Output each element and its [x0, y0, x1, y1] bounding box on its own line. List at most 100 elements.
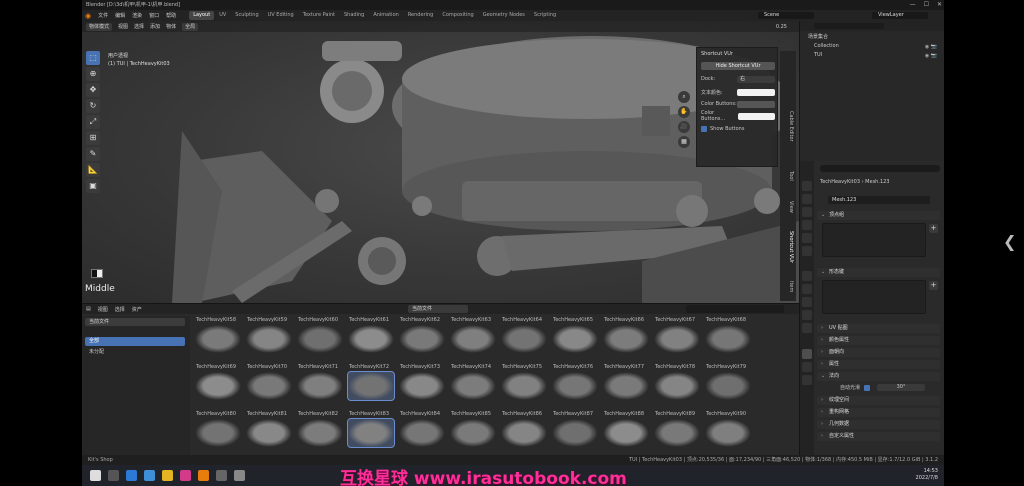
- tab-layout[interactable]: Layout: [189, 11, 215, 20]
- asset-menu-select[interactable]: 选择: [115, 306, 125, 313]
- world-props-icon[interactable]: [802, 246, 812, 256]
- app-icon[interactable]: [216, 470, 227, 481]
- transform-tool-icon[interactable]: ⊞: [86, 131, 100, 145]
- windows-start-icon[interactable]: [90, 470, 101, 481]
- outliner-row-collection[interactable]: Collection ◉ 📷: [800, 42, 944, 50]
- asset-item[interactable]: TechHeavyKit59: [245, 317, 295, 357]
- section-uv-maps[interactable]: UV 贴图: [817, 324, 940, 333]
- task-view-icon[interactable]: [126, 470, 137, 481]
- outliner-row-tui[interactable]: TUI ◉ 📷: [800, 51, 944, 59]
- system-tray-clock[interactable]: 14:53 2022/7/8: [916, 468, 938, 482]
- scene-props-icon[interactable]: [802, 233, 812, 243]
- asset-item[interactable]: TechHeavyKit73: [398, 364, 448, 404]
- menu-help[interactable]: 帮助: [166, 12, 176, 19]
- tool-props-icon[interactable]: [802, 181, 812, 191]
- add-shape-key-button[interactable]: +: [929, 281, 938, 290]
- blender-logo-icon[interactable]: ◉: [85, 12, 91, 20]
- asset-menu-asset[interactable]: 资产: [132, 306, 142, 313]
- scene-selector[interactable]: Scene: [758, 12, 814, 19]
- asset-item[interactable]: TechHeavyKit75: [500, 364, 550, 404]
- section-vertex-groups[interactable]: 顶点组: [817, 211, 940, 220]
- asset-menu-view[interactable]: 视图: [98, 306, 108, 313]
- measure-tool-icon[interactable]: 📐: [86, 163, 100, 177]
- tab-texture-paint[interactable]: Texture Paint: [299, 11, 339, 20]
- library-dropdown[interactable]: 当前文件: [85, 318, 185, 326]
- viewport-menu-select[interactable]: 选择: [134, 23, 144, 30]
- close-icon[interactable]: ✕: [937, 0, 942, 10]
- library-selector[interactable]: 当前文件: [408, 305, 468, 313]
- particles-props-icon[interactable]: [802, 297, 812, 307]
- asset-item[interactable]: TechHeavyKit77: [602, 364, 652, 404]
- tab-rendering[interactable]: Rendering: [404, 11, 438, 20]
- camera-icon[interactable]: 🎥: [678, 121, 690, 133]
- menu-render[interactable]: 渲染: [132, 12, 142, 19]
- color-buttons-swatch[interactable]: [737, 100, 775, 108]
- 3d-viewport[interactable]: 物体模式 视图 选择 添加 物体 全局 0.25 ⬚ ⊕ ✥ ↻ ⤢ ⊞ ✎ 📐…: [82, 21, 799, 303]
- add-vertex-group-button[interactable]: +: [929, 224, 938, 233]
- render-props-icon[interactable]: [802, 194, 812, 204]
- properties-search-input[interactable]: [820, 165, 940, 172]
- asset-item[interactable]: TechHeavyKit61: [347, 317, 397, 357]
- menu-file[interactable]: 文件: [98, 12, 108, 19]
- asset-item[interactable]: TechHeavyKit84: [398, 411, 448, 451]
- asset-item[interactable]: TechHeavyKit89: [653, 411, 703, 451]
- asset-item[interactable]: TechHeavyKit80: [194, 411, 244, 451]
- material-props-icon[interactable]: [802, 362, 812, 372]
- section-shape-keys[interactable]: 形态键: [817, 268, 940, 277]
- app-icon[interactable]: [180, 470, 191, 481]
- tab-view[interactable]: View: [782, 201, 794, 213]
- tab-uv[interactable]: UV: [215, 11, 230, 20]
- section-normals[interactable]: 法向: [817, 372, 940, 381]
- asset-item[interactable]: TechHeavyKit87: [551, 411, 601, 451]
- scale-tool-icon[interactable]: ⤢: [86, 115, 100, 129]
- mesh-name-field[interactable]: Mesh.123: [828, 196, 930, 204]
- tab-scripting[interactable]: Scripting: [530, 11, 560, 20]
- tab-uv-editing[interactable]: UV Editing: [264, 11, 298, 20]
- move-tool-icon[interactable]: ✥: [86, 83, 100, 97]
- asset-item[interactable]: TechHeavyKit72: [347, 364, 397, 404]
- app-icon[interactable]: [234, 470, 245, 481]
- asset-item[interactable]: TechHeavyKit83: [347, 411, 397, 451]
- mesh-data-props-icon[interactable]: [802, 349, 812, 359]
- file-explorer-icon[interactable]: [162, 470, 173, 481]
- autosmooth-checkbox[interactable]: [864, 384, 871, 391]
- tab-shortcut-vur[interactable]: Shortcut VUr: [782, 231, 794, 263]
- asset-item[interactable]: TechHeavyKit81: [245, 411, 295, 451]
- catalog-all[interactable]: 全部: [85, 337, 185, 346]
- asset-item[interactable]: TechHeavyKit58: [194, 317, 244, 357]
- search-icon[interactable]: [108, 470, 119, 481]
- texture-props-icon[interactable]: [802, 375, 812, 385]
- section-remesh[interactable]: 重构网格: [817, 408, 940, 417]
- tab-animation[interactable]: Animation: [369, 11, 403, 20]
- zoom-icon[interactable]: ⌕: [678, 91, 690, 103]
- tab-cable-editor[interactable]: Cable Editor: [782, 111, 794, 142]
- object-props-icon[interactable]: [802, 271, 812, 281]
- vertex-groups-list[interactable]: [822, 223, 926, 257]
- asset-item[interactable]: TechHeavyKit67: [653, 317, 703, 357]
- minimize-icon[interactable]: —: [910, 0, 916, 10]
- text-color-swatch[interactable]: [737, 88, 775, 96]
- tab-compositing[interactable]: Compositing: [438, 11, 477, 20]
- hide-shortcut-button[interactable]: Hide Shortcut VUr: [701, 62, 775, 70]
- maximize-icon[interactable]: ☐: [924, 0, 929, 10]
- physics-props-icon[interactable]: [802, 310, 812, 320]
- asset-item[interactable]: TechHeavyKit64: [500, 317, 550, 357]
- section-color-attributes[interactable]: 颜色属性: [817, 336, 940, 345]
- output-props-icon[interactable]: [802, 207, 812, 217]
- outliner-row-scene-collection[interactable]: 场景集合: [800, 33, 944, 41]
- transform-orientation[interactable]: 全局: [182, 22, 199, 31]
- asset-item[interactable]: TechHeavyKit76: [551, 364, 601, 404]
- view-layer-selector[interactable]: ViewLayer: [872, 12, 928, 19]
- cursor-tool-icon[interactable]: ⊕: [86, 67, 100, 81]
- rotate-tool-icon[interactable]: ↻: [86, 99, 100, 113]
- tab-tool[interactable]: Tool: [782, 171, 794, 181]
- dock-select[interactable]: 右: [737, 75, 775, 83]
- menu-window[interactable]: 窗口: [149, 12, 159, 19]
- asset-item[interactable]: TechHeavyKit88: [602, 411, 652, 451]
- asset-item[interactable]: TechHeavyKit71: [296, 364, 346, 404]
- catalog-unassigned[interactable]: 未分配: [85, 348, 185, 357]
- tab-geometry-nodes[interactable]: Geometry Nodes: [479, 11, 529, 20]
- add-cube-tool-icon[interactable]: ▣: [86, 179, 100, 193]
- asset-item[interactable]: TechHeavyKit79: [704, 364, 754, 404]
- mode-selector[interactable]: 物体模式: [86, 22, 113, 31]
